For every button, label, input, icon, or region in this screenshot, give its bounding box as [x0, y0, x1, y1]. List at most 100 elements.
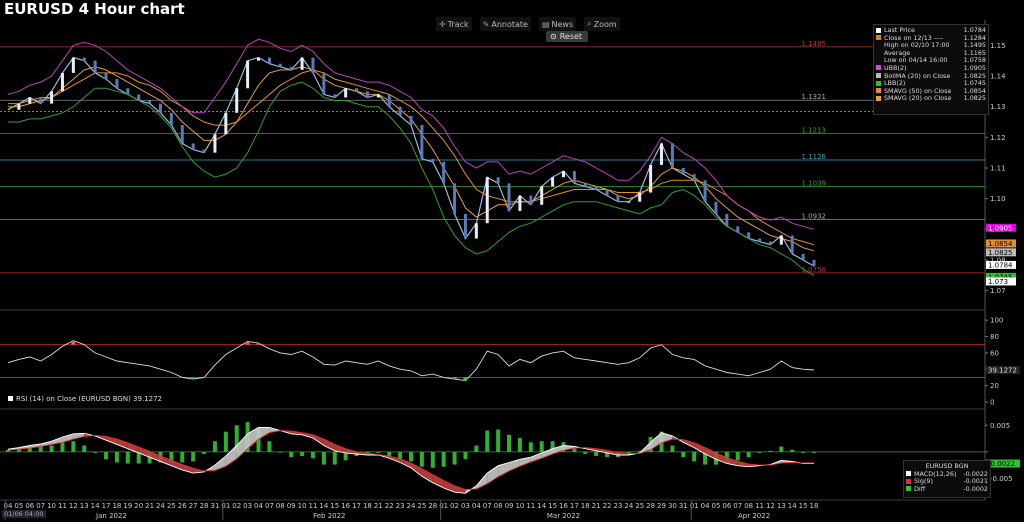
legend-row-label: Last Price: [876, 27, 915, 35]
macd-diff-bar: [583, 451, 588, 454]
price-candle: [779, 235, 783, 245]
x-axis-tick-label: 05: [14, 502, 23, 510]
macd-diff-bar: [539, 441, 544, 452]
price-candle: [703, 180, 707, 202]
price-candle: [257, 57, 261, 61]
price-candle: [736, 226, 740, 233]
price-candle: [420, 125, 424, 159]
x-axis-tick-label: 07: [733, 502, 742, 510]
price-candle: [747, 232, 751, 239]
x-axis-tick-label: 24: [407, 502, 416, 510]
x-axis-tick-label: 10: [515, 502, 524, 510]
x-axis-tick-label: 04: [472, 502, 481, 510]
x-axis-tick-label: 16: [341, 502, 350, 510]
macd-signal-fill: [487, 465, 499, 484]
macd-diff-bar: [779, 446, 784, 452]
x-axis-month-label: Mar 2022: [547, 512, 580, 520]
macd-diff-bar: [180, 451, 185, 463]
price-candle: [126, 88, 130, 95]
macd-diff-bar: [452, 451, 457, 465]
x-axis-tick-label: 23: [613, 502, 622, 510]
macd-diff-bar: [191, 451, 196, 462]
legend-swatch: [876, 43, 881, 48]
right-value-label: 1.0825: [988, 249, 1013, 257]
legend-row-text: SMAVG (50) on Close: [884, 87, 952, 95]
x-axis-tick-label: 28: [428, 502, 437, 510]
x-axis-tick-label: 15: [330, 502, 339, 510]
legend-row-text: Close on 12/13 ----: [884, 34, 944, 42]
price-candle: [442, 161, 446, 184]
rsi-axis-tick-label: 60: [990, 349, 999, 357]
macd-diff-bar: [474, 445, 479, 452]
macd-diff-bar: [735, 451, 740, 461]
price-candle: [300, 57, 304, 70]
price-series-line: [8, 69, 815, 246]
macd-diff-bar: [321, 451, 326, 465]
price-candle: [812, 260, 816, 267]
legend-swatch: [876, 95, 881, 101]
macd-diff-bar: [223, 431, 228, 452]
x-axis-tick-label: 25: [167, 502, 176, 510]
price-candle: [768, 241, 772, 245]
legend-row-label: SMAVG (50) on Close: [876, 88, 951, 96]
x-axis-tick-label: 23: [396, 502, 405, 510]
price-legend: Last Price 1.0784 Close on 12/13 ---- 1.128…: [873, 24, 989, 115]
price-candle: [431, 158, 435, 162]
x-axis-tick-label: 14: [319, 502, 328, 510]
price-candle: [638, 192, 642, 202]
macd-diff-bar: [430, 451, 435, 468]
y-axis-tick-label: 1.15: [990, 42, 1006, 50]
macd-diff-bar: [801, 451, 806, 453]
macd-diff-bar: [746, 451, 751, 458]
price-series-line: [7, 38, 815, 230]
price-candle: [551, 177, 555, 187]
price-level-label: 1.1321: [802, 93, 827, 101]
price-candle: [50, 91, 54, 104]
price-candle: [660, 143, 664, 165]
price-candle: [267, 57, 271, 64]
x-axis-tick-label: 25: [417, 502, 426, 510]
macd-diff-bar: [757, 451, 762, 453]
rsi-axis-tick-label: 20: [990, 382, 999, 390]
x-axis-tick-label: 02: [232, 502, 241, 510]
price-candle: [365, 91, 369, 98]
price-candle: [398, 106, 402, 116]
macd-diff-bar: [82, 445, 87, 452]
x-axis-tick-label: 16: [559, 502, 568, 510]
x-axis-tick-label: 21: [145, 502, 154, 510]
macd-diff-bar: [212, 441, 217, 452]
x-axis-tick-label: 28: [646, 502, 655, 510]
x-axis-tick-label: 08: [494, 502, 503, 510]
macd-diff-bar: [485, 430, 490, 452]
legend-row-text: LBB(2): [884, 80, 906, 88]
macd-diff-bar: [332, 451, 337, 465]
macd-diff-bar: [517, 438, 522, 452]
price-candle: [180, 125, 184, 144]
macd-diff-bar: [812, 451, 816, 453]
price-candle: [463, 214, 467, 239]
macd-diff-bar: [463, 451, 468, 460]
macd-diff-bar: [594, 451, 599, 457]
price-candle: [28, 97, 32, 104]
macd-diff-bar: [419, 451, 424, 467]
price-candle: [322, 72, 326, 95]
macd-diff-bar: [496, 429, 501, 452]
x-axis-tick-label: 06: [722, 502, 731, 510]
y-axis-tick-label: 1.11: [990, 165, 1006, 173]
legend-swatch: [876, 80, 881, 86]
legend-row-text: High on 02/10 17:00: [884, 42, 950, 50]
x-axis-tick-label: 11: [526, 502, 535, 510]
x-axis-tick-label: 09: [287, 502, 296, 510]
macd-signal-fill: [498, 462, 509, 477]
x-axis-tick-label: 04: [701, 502, 710, 510]
chart-canvas[interactable]: 1.14951.13211.12131.11261.10391.09321.07…: [0, 0, 1024, 522]
rsi-axis-tick-label: 100: [990, 317, 1003, 325]
legend-row-text: Average: [884, 49, 911, 57]
legend-row: SMAVG (20) on Close 1.0825: [876, 95, 986, 103]
price-candle: [605, 189, 609, 196]
price-candle: [572, 171, 576, 184]
x-axis-tick-label: 10: [298, 502, 307, 510]
macd-diff-bar: [38, 446, 43, 452]
x-axis-tick-label: 14: [537, 502, 546, 510]
price-candle: [278, 63, 282, 67]
